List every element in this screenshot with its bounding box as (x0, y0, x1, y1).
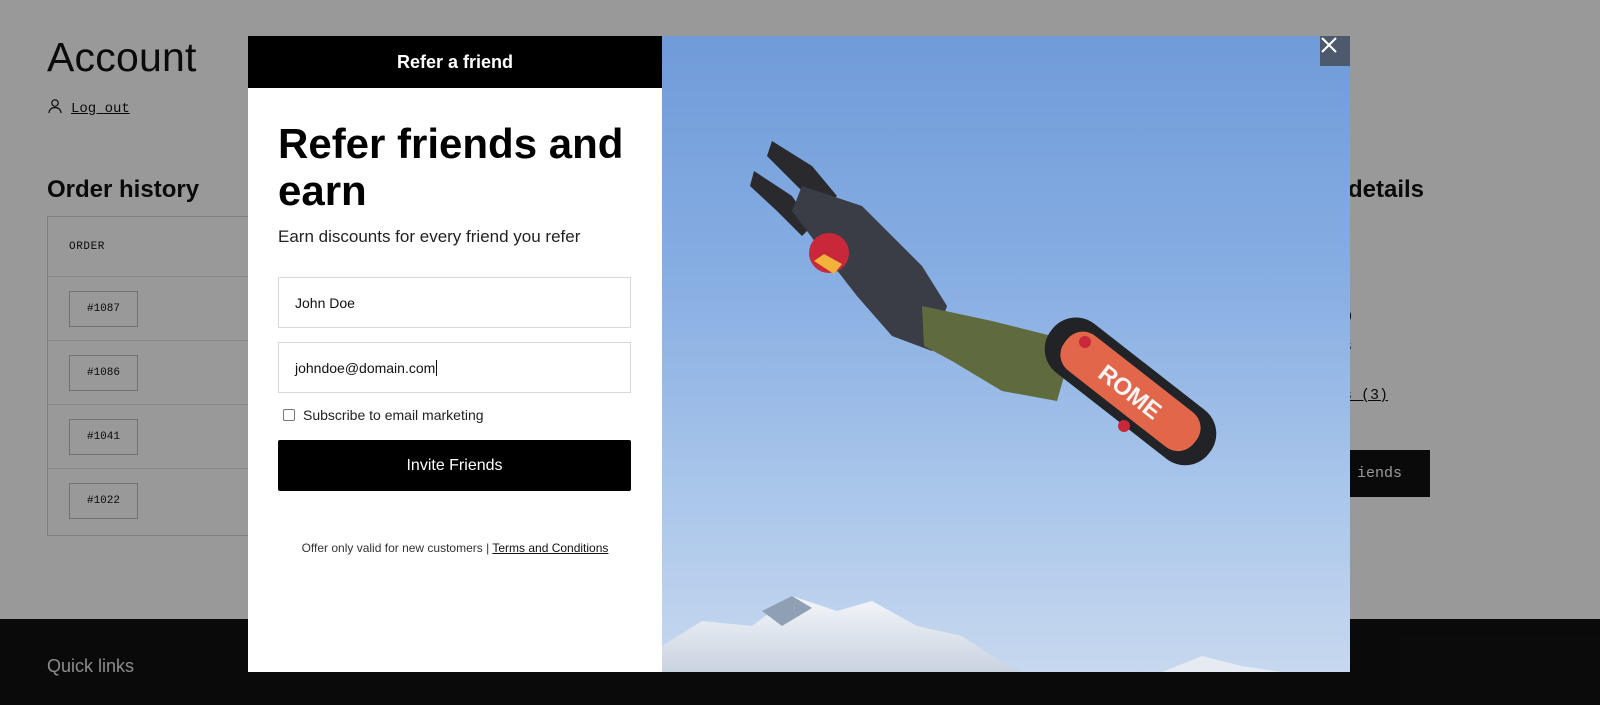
subscribe-checkbox[interactable] (283, 409, 295, 421)
close-button[interactable] (1320, 36, 1350, 66)
offer-text: Offer only valid for new customers | (301, 541, 490, 555)
name-field[interactable]: John Doe (278, 277, 631, 328)
name-value: John Doe (295, 294, 355, 311)
modal-form-panel: Refer a friend Refer friends and earn Ea… (248, 36, 662, 672)
subscribe-row: Subscribe to email marketing (283, 407, 484, 423)
modal-header: Refer a friend (248, 36, 662, 88)
modal-heading: Refer friends and earn (278, 120, 624, 214)
text-cursor (436, 359, 438, 376)
modal-subheading: Earn discounts for every friend you refe… (278, 227, 581, 246)
invite-friends-button[interactable]: Invite Friends (278, 440, 631, 491)
refer-friend-modal: Refer a friend Refer friends and earn Ea… (248, 36, 1350, 672)
email-field[interactable]: johndoe@domain.com (278, 342, 631, 393)
terms-link[interactable]: Terms and Conditions (492, 541, 608, 555)
subscribe-label: Subscribe to email marketing (303, 407, 484, 423)
offer-note: Offer only valid for new customers | Ter… (248, 541, 662, 555)
email-value: johndoe@domain.com (295, 359, 436, 376)
snowboarder-image: ROME (662, 36, 1350, 672)
